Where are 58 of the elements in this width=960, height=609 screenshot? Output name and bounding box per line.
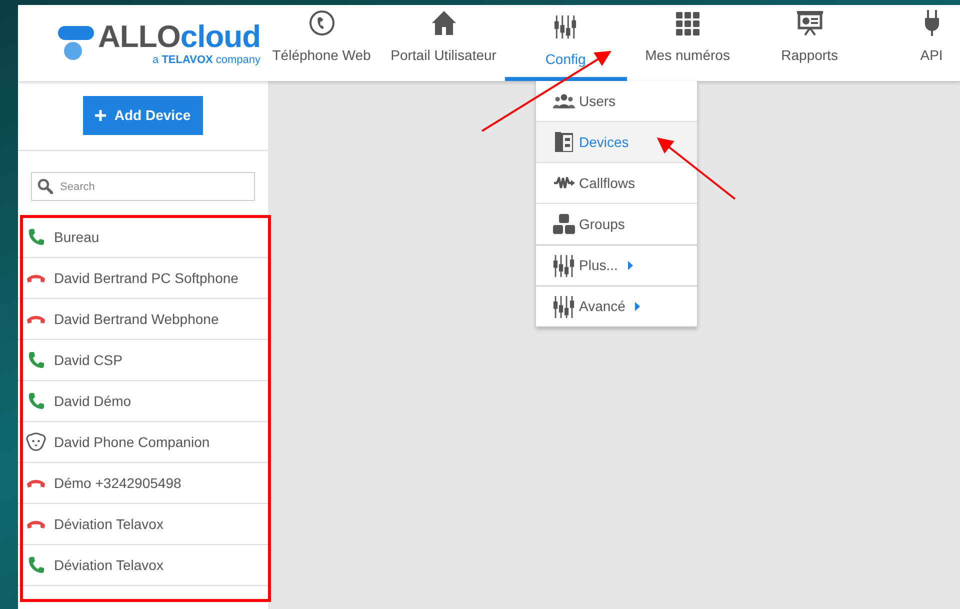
- menu-item[interactable]: Devices: [536, 122, 697, 163]
- menu-item[interactable]: Plus...: [536, 245, 697, 286]
- device-name: Démo +3242905498: [54, 474, 182, 492]
- stacked-boxes-icon: [553, 214, 575, 234]
- device-list-item[interactable]: David Bertrand Webphone: [18, 299, 268, 340]
- nav-tab[interactable]: Téléphone Web: [260, 5, 383, 81]
- device-name: Bureau: [54, 228, 100, 246]
- sliders-icon: [553, 254, 575, 276]
- add-device-button[interactable]: Add Device: [83, 96, 203, 135]
- waveform-icon: [553, 177, 575, 189]
- device-list-item[interactable]: Démo +3242905498: [18, 463, 268, 504]
- menu-item[interactable]: Groups: [536, 204, 697, 245]
- caret-icon: [628, 261, 633, 270]
- device-name: Déviation Telavox: [54, 556, 164, 574]
- logo-wordmark: ALLOcloud: [98, 20, 261, 52]
- hang-up-phone-icon: [26, 272, 46, 284]
- grid-icon: [676, 12, 700, 36]
- phone-icon: [28, 392, 44, 410]
- logo-icon: [58, 26, 94, 60]
- phone-icon: [308, 10, 335, 36]
- caret-icon: [635, 302, 640, 311]
- device-list-item[interactable]: David Phone Companion: [18, 422, 268, 463]
- desk-phone-icon: [555, 132, 573, 152]
- plug-icon: [924, 10, 940, 36]
- presentation-board-icon: [796, 10, 824, 36]
- menu-item[interactable]: Callflows: [536, 163, 697, 204]
- nav-tab[interactable]: API: [870, 5, 960, 81]
- device-name: David Démo: [54, 392, 132, 410]
- sliders-icon: [554, 14, 578, 40]
- device-list-item[interactable]: Bureau: [18, 217, 268, 258]
- menu-item[interactable]: Avancé: [536, 286, 697, 327]
- device-name: Déviation Telavox: [54, 514, 164, 534]
- nav-tab[interactable]: Portail Utilisateur: [382, 5, 505, 81]
- nav-tab[interactable]: Mes numéros: [626, 5, 749, 81]
- device-name: David Bertrand PC Softphone: [54, 268, 238, 288]
- phone-icon: [28, 228, 44, 246]
- device-list-item[interactable]: Déviation Telavox: [18, 504, 268, 545]
- dog-face-icon: [26, 431, 46, 453]
- menu-item[interactable]: Users: [536, 81, 697, 122]
- sliders-icon: [553, 296, 575, 318]
- device-list-item[interactable]: David CSP: [18, 340, 268, 381]
- hang-up-phone-icon: [26, 518, 46, 530]
- nav-tab[interactable]: Rapports: [748, 5, 871, 81]
- users-icon: [553, 93, 575, 109]
- device-name: David CSP: [54, 350, 122, 370]
- device-list-item[interactable]: David Bertrand PC Softphone: [18, 258, 268, 299]
- search-field[interactable]: Search: [31, 172, 255, 201]
- plus-icon: [95, 110, 106, 121]
- device-name: David Phone Companion: [54, 432, 210, 452]
- phone-icon: [28, 556, 44, 574]
- logo-tagline: a TELAVOX company: [152, 54, 261, 66]
- device-list-item[interactable]: Déviation Telavox: [18, 545, 268, 586]
- device-name: David Bertrand Webphone: [54, 310, 219, 329]
- device-list-item[interactable]: David Démo: [18, 381, 268, 422]
- hang-up-phone-icon: [26, 477, 46, 489]
- hang-up-phone-icon: [26, 313, 46, 325]
- phone-icon: [28, 351, 44, 369]
- house-icon: [430, 10, 457, 36]
